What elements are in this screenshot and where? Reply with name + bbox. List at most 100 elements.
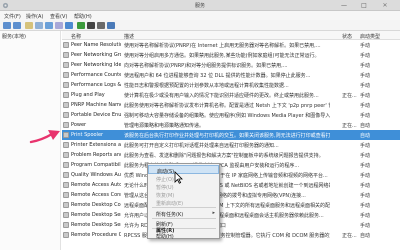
- service-icon: [63, 202, 69, 208]
- menu-file[interactable]: 文件(F): [4, 13, 21, 20]
- pause-service-icon[interactable]: [97, 22, 105, 29]
- service-name: Remote Desktop Servi...: [71, 212, 121, 218]
- service-description: 使远程用户和 64 位进程能够查询 32 位 DLL 提供的性能计数器。如果停止…: [124, 73, 311, 79]
- service-icon: [63, 222, 69, 228]
- service-row[interactable]: Remote Desktop Confi... 远程桌面配置服务(RDCS)负责…: [62, 200, 400, 210]
- service-startup-type: 手动: [360, 83, 371, 89]
- back-icon[interactable]: [3, 22, 11, 29]
- service-description: 管理电源策略和电源策略通知传递。: [124, 123, 205, 129]
- service-startup-type: 自动: [360, 133, 371, 139]
- context-menu-all-tasks[interactable]: 所有任务(K) ▸: [148, 209, 219, 218]
- service-startup-type: 手动: [360, 63, 371, 69]
- service-icon: [63, 212, 69, 218]
- menu-help[interactable]: 帮助(H): [74, 13, 92, 20]
- column-header-name[interactable]: 名称: [71, 33, 81, 40]
- service-row[interactable]: Program Compatibility... 此服务为程序兼容性助手(PCA…: [62, 160, 400, 170]
- service-icon: [63, 102, 69, 108]
- service-row[interactable]: Remote Desktop Servi... 允许为 RDP 连接重定向打印机…: [62, 220, 400, 230]
- service-row[interactable]: Peer Networking Ident... 向对等名称解析协议(PNRP)…: [62, 60, 400, 70]
- service-name: Program Compatibility...: [71, 162, 121, 168]
- show-tree-icon[interactable]: [25, 22, 33, 29]
- service-row[interactable]: Peer Name Resolution... 使用对等名称解析协议(PNRP)…: [62, 40, 400, 50]
- service-icon: [63, 152, 69, 158]
- help-icon[interactable]: [65, 22, 73, 29]
- service-name: Performance Logs & Al...: [71, 82, 121, 88]
- submenu-arrow-icon: ▸: [212, 210, 215, 216]
- tree-item-services-local[interactable]: 服务(本地): [2, 33, 26, 40]
- service-row[interactable]: Remote Procedure Call... RPCSS 服务是 COM 和…: [62, 230, 400, 240]
- service-name: Printer Extensions and...: [71, 142, 121, 148]
- stop-service-icon[interactable]: [87, 22, 95, 29]
- maximize-button[interactable]: □: [354, 1, 374, 10]
- service-startup-type: 自动: [360, 233, 371, 239]
- service-row[interactable]: Problem Reports and ... 此服务为查看、发送和删除"问题报…: [62, 150, 400, 160]
- service-description: 此服务可打开自定义打印机对话框并处理来自远程打印服务器的通知...: [124, 143, 279, 149]
- context-menu-label: 重新启动(E): [156, 201, 184, 207]
- context-menu-restart: 重新启动(E): [148, 198, 219, 207]
- column-header-status[interactable]: 状态: [342, 33, 352, 40]
- service-icon: [63, 82, 69, 88]
- service-row[interactable]: Quality Windows Aud... 优质 Windows 音频视频体验…: [62, 170, 400, 180]
- service-row[interactable]: Remote Access Conne... 管理从这台计算机到 Interne…: [62, 190, 400, 200]
- service-row[interactable]: Portable Device Enum... 强制可移动大容量存储设备的组策略…: [62, 110, 400, 120]
- menu-view[interactable]: 查看(V): [50, 13, 67, 20]
- service-description: 此服务使用对等名称解析协议发布计算机名称。配置是通过 Netsh 上下文 'p2…: [124, 103, 330, 109]
- context-menu-help[interactable]: 帮助(H): [148, 232, 219, 240]
- refresh-icon[interactable]: [45, 22, 53, 29]
- service-name: Peer Networking Ident...: [71, 62, 121, 68]
- menu-bar: 文件(F) 操作(A) 查看(V) 帮助(H): [0, 11, 400, 20]
- service-name: Portable Device Enum...: [71, 112, 121, 118]
- service-row[interactable]: Plug and Play 使计算机在极少或没有用户输入的情况下能识别并适应硬件…: [62, 90, 400, 100]
- service-name: PNRP Machine Name ...: [71, 102, 121, 108]
- service-name: Plug and Play: [71, 92, 105, 98]
- forward-icon[interactable]: [13, 22, 21, 29]
- context-menu: 启动(S) 停止(O) 暂停(U) 恢复(M) 重新启动(E) 所有任务(K) …: [147, 163, 220, 240]
- service-name: Remote Access Conne...: [71, 192, 121, 198]
- service-row[interactable]: Performance Logs & Al... 性能日志和警报根据预配置的计划…: [62, 80, 400, 90]
- service-description: 使用对等分组启用多方通信。如果禁用此服务,某些功能(例如家庭组)可能无法正常运行…: [124, 53, 320, 59]
- title-bar: 服务 — □ ✕: [0, 0, 400, 11]
- service-description: 性能日志和警报根据预配置的计划参数从本地或远程计算机收集性能数据...: [124, 83, 289, 89]
- column-header-startup-type[interactable]: 启动类型: [360, 33, 380, 40]
- export-list-icon[interactable]: [55, 22, 63, 29]
- service-startup-type: 手动: [360, 73, 371, 79]
- service-name: Performance Counter ...: [71, 72, 121, 78]
- service-icon: [63, 172, 69, 178]
- service-name: Remote Access Auto ...: [71, 182, 121, 188]
- service-startup-type: 手动: [360, 113, 371, 119]
- service-row[interactable]: Printer Extensions and... 此服务可打开自定义打印机对话…: [62, 140, 400, 150]
- restart-service-icon[interactable]: [107, 22, 115, 29]
- service-name: Peer Name Resolution...: [71, 42, 121, 48]
- service-startup-type: 手动: [360, 203, 371, 209]
- service-description: 使计算机在极少或没有用户输入的情况下能识别并适应硬件的更改。终止或禁用此服务..…: [124, 93, 319, 99]
- close-button[interactable]: ✕: [374, 1, 396, 10]
- service-row[interactable]: Remote Desktop Servi... 允许用户以交互方式连接到远程计算…: [62, 210, 400, 220]
- service-name: Quality Windows Aud...: [71, 172, 121, 178]
- service-startup-type: 手动: [360, 173, 371, 179]
- service-name: Remote Desktop Servi...: [71, 222, 121, 228]
- service-row-selected[interactable]: Print Spooler 该服务在后台执行打印作业并处理与打印机的交互。如果关…: [62, 130, 400, 140]
- service-startup-type: 手动: [360, 193, 371, 199]
- column-header-description[interactable]: 描述: [124, 33, 134, 40]
- service-row[interactable]: PNRP Machine Name ... 此服务使用对等名称解析协议发布计算机…: [62, 100, 400, 110]
- start-service-icon[interactable]: [77, 22, 85, 29]
- menu-action[interactable]: 操作(A): [26, 13, 43, 20]
- service-startup-type: 手动: [360, 223, 371, 229]
- service-icon: [63, 182, 69, 188]
- service-startup-type: 手动: [360, 153, 371, 159]
- service-row[interactable]: Remote Access Auto ... 无论什么时候,当某个程序引用一个远…: [62, 180, 400, 190]
- context-menu-start[interactable]: 启动(S): [148, 165, 219, 175]
- service-icon: [63, 92, 69, 98]
- minimize-button[interactable]: —: [334, 1, 354, 10]
- service-icon: [63, 162, 69, 168]
- service-row[interactable]: Peer Networking Grou... 使用对等分组启用多方通信。如果禁…: [62, 50, 400, 60]
- service-startup-type: 手动: [360, 93, 371, 99]
- service-description: 使用对等名称解析协议(PNRP)在 Internet 上启用无服务器对等名称解析…: [124, 43, 321, 49]
- mouse-pointer-icon: [174, 171, 183, 184]
- service-row[interactable]: Performance Counter ... 使远程用户和 64 位进程能够查…: [62, 70, 400, 80]
- service-description: 强制可移动大容量存储设备的组策略。使应用程序(例如 Windows Media …: [124, 113, 330, 119]
- service-name: Remote Desktop Confi...: [71, 202, 121, 208]
- service-row[interactable]: Power 管理电源策略和电源策略通知传递。 正在... 自动: [62, 120, 400, 130]
- service-description: 该服务在后台执行打印作业并处理与打印机的交互。如果关闭该服务,则无法进行打印或查…: [124, 133, 330, 139]
- properties-icon[interactable]: [35, 22, 43, 29]
